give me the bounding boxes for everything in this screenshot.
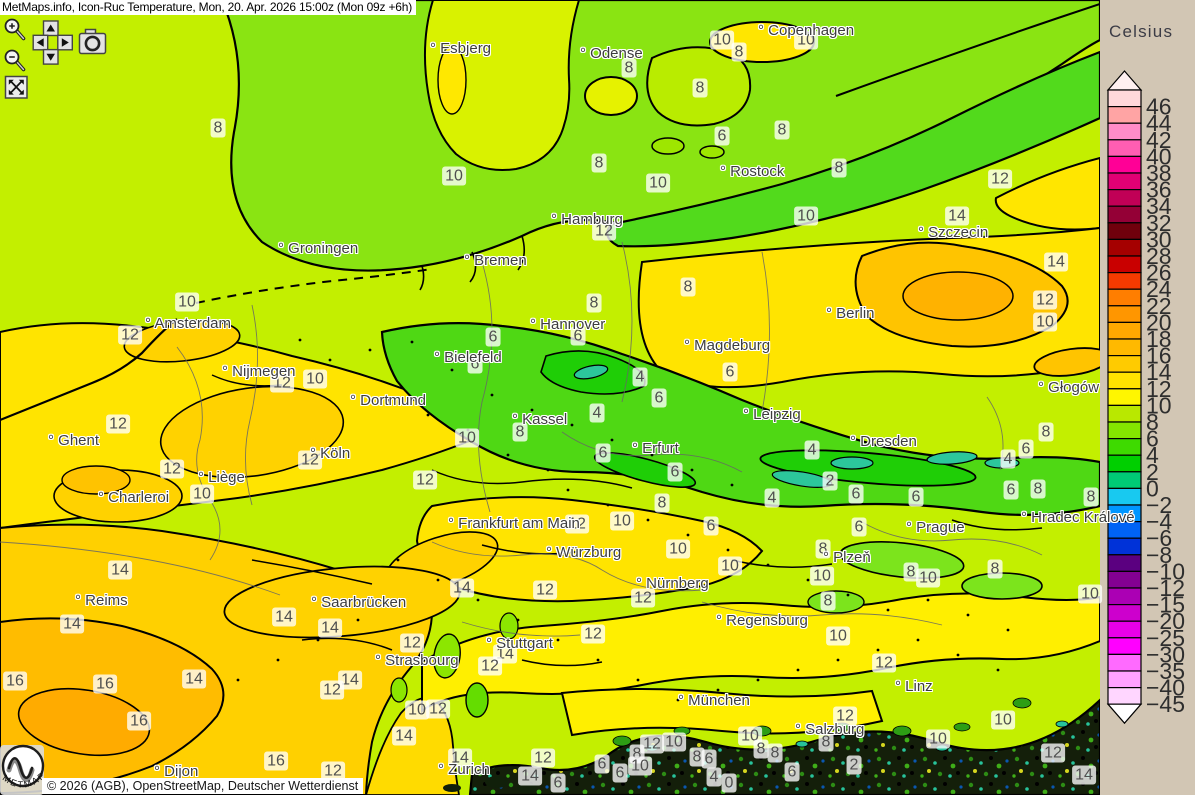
scale-box [1108,190,1141,207]
scale-box [1108,455,1141,472]
zoom-in-button[interactable] [6,20,24,39]
scale-box [1108,621,1141,638]
scale-box [1108,488,1141,505]
scale-box [1108,90,1141,107]
scale-arrow-top [1108,71,1141,90]
scale-box [1108,555,1141,572]
scale-box [1108,571,1141,588]
scale-box [1108,223,1141,240]
pan-left-button[interactable] [33,35,48,50]
scale-box [1108,505,1141,522]
scale-box [1108,372,1141,389]
scale-box [1108,688,1141,705]
scale-box [1108,289,1141,306]
map-controls [0,0,120,110]
scale-box [1108,538,1141,555]
scale-box [1108,306,1141,323]
scale-box [1108,123,1141,140]
scale-box [1108,439,1141,456]
metmaps-app: ° Esbjerg° Odense° Copenhagen° Rostock° … [0,0,1195,795]
scale-box [1108,638,1141,655]
map-canvas[interactable] [0,0,1100,795]
scale-box [1108,206,1141,223]
scale-box [1108,107,1141,124]
scale-box [1108,239,1141,256]
scale-box [1108,654,1141,671]
scale-box [1108,273,1141,290]
scale-box [1108,472,1141,489]
pan-right-button[interactable] [58,35,73,50]
scale-box [1108,605,1141,622]
snapshot-button[interactable] [80,30,106,54]
scale-label: −45 [1146,691,1185,717]
scale-box [1108,322,1141,339]
pan-up-button[interactable] [44,21,59,36]
zoom-out-button[interactable] [6,51,24,70]
scale-box [1108,256,1141,273]
attribution[interactable]: © 2026 (AGB), OpenStreetMap, Deutscher W… [42,778,363,794]
temperature-scale: 4644424038363432302826242220181614121086… [1100,0,1195,795]
scale-box [1108,356,1141,373]
scale-box [1108,389,1141,406]
scale-box [1108,405,1141,422]
pan-down-button[interactable] [44,50,59,65]
scale-box [1108,671,1141,688]
scale-box [1108,173,1141,190]
scale-arrow-bottom [1108,704,1141,723]
scale-box [1108,140,1141,157]
scale-box [1108,339,1141,356]
scale-box [1108,156,1141,173]
weather-map[interactable] [0,0,1100,795]
fullscreen-button[interactable] [6,77,28,99]
scale-box [1108,422,1141,439]
scale-box [1108,588,1141,605]
legend-panel: Celsius 46444240383634323028262422201816… [1100,0,1195,795]
scale-box [1108,522,1141,539]
